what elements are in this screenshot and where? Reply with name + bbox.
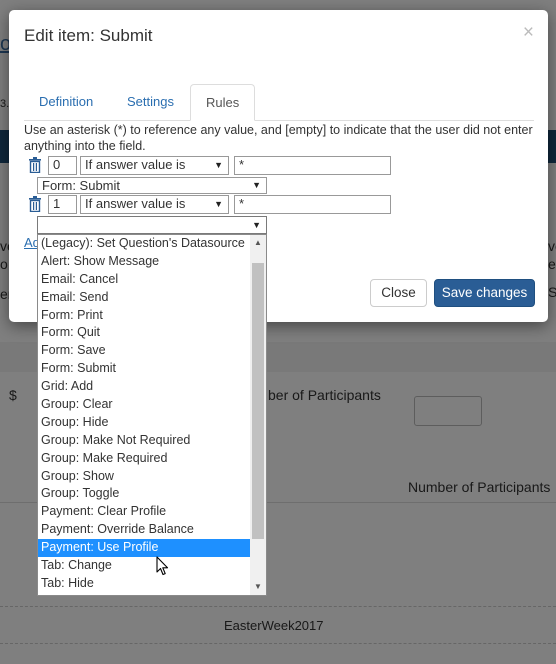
chevron-down-icon: ▼ [252, 180, 261, 190]
dropdown-option[interactable]: Form: Quit [38, 324, 250, 342]
rule-action-value: Form: Submit [42, 178, 121, 193]
dropdown-option[interactable]: Form: Print [38, 307, 250, 325]
action-dropdown-list: (Legacy): Set Question's Datasource Aler… [37, 234, 267, 596]
dropdown-option[interactable]: Group: Make Required [38, 450, 250, 468]
dropdown-option[interactable]: Group: Make Not Required [38, 432, 250, 450]
dropdown-option[interactable]: Tab: Change [38, 557, 250, 575]
rule-condition-select[interactable]: If answer value is ▼ [80, 195, 229, 214]
rule-value-input[interactable]: * [234, 195, 391, 214]
dropdown-option[interactable]: Group: Clear [38, 396, 250, 414]
rule-condition-value: If answer value is [85, 157, 186, 172]
rule-action-select-open[interactable]: ▼ [37, 216, 267, 234]
dropdown-option[interactable]: Email: Cancel [38, 271, 250, 289]
dropdown-options: (Legacy): Set Question's Datasource Aler… [38, 235, 250, 593]
rule-condition-select[interactable]: If answer value is ▼ [80, 156, 229, 175]
dropdown-option[interactable]: Grid: Add [38, 378, 250, 396]
rule-condition-value: If answer value is [85, 196, 186, 211]
close-icon[interactable]: × [523, 23, 534, 42]
close-button[interactable]: Close [370, 279, 427, 307]
dropdown-option[interactable]: Tab: Hide [38, 575, 250, 593]
rule-index-input[interactable]: 0 [48, 156, 77, 175]
dropdown-option[interactable]: Email: Send [38, 289, 250, 307]
dropdown-option[interactable]: Group: Show [38, 468, 250, 486]
dropdown-option[interactable]: (Legacy): Set Question's Datasource [38, 235, 250, 253]
dropdown-option[interactable]: Alert: Show Message [38, 253, 250, 271]
chevron-down-icon: ▼ [252, 220, 261, 230]
trash-icon[interactable] [28, 157, 42, 173]
tab-rules[interactable]: Rules [190, 84, 256, 121]
trash-icon[interactable] [28, 196, 42, 212]
scroll-down-icon[interactable]: ▼ [250, 579, 266, 595]
rule-value-input[interactable]: * [234, 156, 391, 175]
dropdown-option[interactable]: Payment: Clear Profile [38, 503, 250, 521]
dropdown-scrollbar[interactable]: ▲ ▼ [250, 235, 266, 595]
save-changes-button[interactable]: Save changes [434, 279, 535, 307]
rules-hint: Use an asterisk (*) to reference any val… [24, 123, 533, 153]
dropdown-option-highlighted[interactable]: Payment: Use Profile [38, 539, 250, 558]
chevron-down-icon: ▼ [214, 160, 223, 170]
scroll-up-icon[interactable]: ▲ [250, 235, 266, 251]
tab-definition[interactable]: Definition [24, 84, 108, 120]
dropdown-option[interactable]: Form: Save [38, 342, 250, 360]
tab-bar: Definition Settings Rules [24, 84, 534, 121]
dropdown-option[interactable]: Form: Submit [38, 360, 250, 378]
modal-title: Edit item: Submit [24, 26, 153, 45]
tab-settings[interactable]: Settings [112, 84, 189, 120]
dropdown-option[interactable]: Payment: Override Balance [38, 521, 250, 539]
rule-index-input[interactable]: 1 [48, 195, 77, 214]
mouse-pointer-icon [156, 556, 169, 576]
dropdown-option[interactable]: Group: Hide [38, 414, 250, 432]
dropdown-option[interactable]: Group: Toggle [38, 485, 250, 503]
rule-action-select[interactable]: Form: Submit ▼ [37, 177, 267, 194]
chevron-down-icon: ▼ [214, 199, 223, 209]
scrollbar-thumb[interactable] [252, 263, 264, 539]
